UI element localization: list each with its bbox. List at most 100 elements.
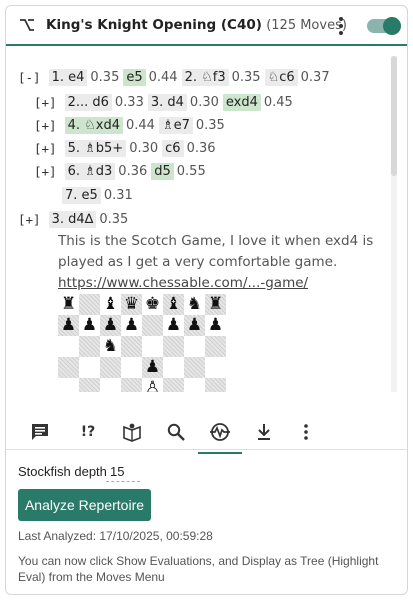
board-square (184, 378, 205, 392)
panel-title: King's Knight Opening (C40) (125 Moves) (46, 17, 347, 33)
move-button[interactable]: 2. ♘f3 (181, 68, 229, 86)
move-entry: 2... d6 0.33 (64, 93, 148, 111)
book-button[interactable] (120, 420, 144, 444)
move-row: [+] 4. ♘xd4 0.44 ♗e7 0.35 (34, 114, 229, 136)
move-button[interactable]: ♗e7 (158, 116, 193, 134)
last-analyzed-text: Last Analyzed: 17/10/2025, 00:59:28 (18, 529, 213, 543)
annotation-icon: !? (80, 424, 96, 440)
expand-toggle[interactable]: [+] (34, 118, 57, 133)
analyze-repertoire-button[interactable]: Analyze Repertoire (18, 489, 151, 521)
move-row: [+] 6. ♗d3 0.36 d5 0.55 (34, 160, 210, 182)
chess-piece: ♝ (165, 294, 182, 314)
board-square (79, 357, 100, 378)
board-square: ♛ (121, 294, 142, 315)
expand-toggle[interactable]: [+] (34, 164, 57, 179)
board-square: ♝ (163, 294, 184, 315)
move-tree-scrollbar[interactable] (391, 56, 397, 392)
move-score: 0.33 (114, 94, 144, 110)
move-button[interactable]: e5 (123, 68, 146, 86)
board-square (163, 378, 184, 392)
more-button[interactable] (294, 420, 318, 444)
toggle-thumb (383, 17, 401, 35)
board-square: ♟ (79, 315, 100, 336)
board-square (58, 336, 79, 357)
scrollbar-thumb[interactable] (391, 56, 397, 176)
branch-icon (20, 19, 34, 31)
board-square (205, 378, 226, 392)
comment-text: This is the Scotch Game, I love it when … (58, 233, 374, 270)
move-entry: 5. ♗b5+ 0.30 (64, 139, 163, 157)
annotation-button[interactable]: !? (76, 420, 100, 444)
board-square (163, 336, 184, 357)
search-icon (167, 423, 185, 441)
kebab-menu-icon[interactable] (332, 15, 350, 37)
board-square: ♟ (142, 357, 163, 378)
comment-button[interactable] (28, 420, 52, 444)
move-score: 0.44 (125, 117, 155, 133)
comment-icon (32, 424, 48, 440)
move-score: 0.35 (99, 211, 129, 227)
expand-toggle[interactable]: [+] (18, 212, 41, 227)
move-entry: 3. d4 0.30 (147, 93, 223, 111)
download-icon (258, 424, 270, 440)
analysis-button[interactable] (198, 420, 242, 454)
chess-piece: ♞ (186, 294, 203, 314)
move-score: 0.31 (103, 187, 133, 203)
move-button[interactable]: exd4 (222, 93, 261, 111)
stockfish-depth-input[interactable] (106, 462, 140, 482)
download-button[interactable] (252, 420, 276, 444)
comment-link[interactable]: https://www.chessable.com/...-game/ (58, 275, 308, 291)
move-score: 0.35 (90, 69, 120, 85)
panel-toggle[interactable] (367, 17, 401, 35)
chessboard-preview[interactable]: ♜ ♝ ♛ ♚ ♝ ♞ ♜ ♟ ♟ ♟ ♟ ♟ ♟ ♟ ♞ ♟ ♙ (58, 294, 226, 392)
board-square: ♟ (100, 315, 121, 336)
move-entry: c6 0.36 (162, 139, 219, 157)
chess-piece: ♜ (207, 294, 224, 314)
expand-toggle[interactable]: [+] (34, 95, 57, 110)
chess-piece: ♟ (123, 315, 140, 335)
collapse-toggle[interactable]: [-] (18, 70, 41, 85)
move-button[interactable]: 3. d4∆ (48, 210, 97, 228)
move-row: [-] 1. e4 0.35 e5 0.44 2. ♘f3 0.35 ♘c6 0.37 (18, 66, 334, 88)
board-square (184, 336, 205, 357)
board-square: ♟ (163, 315, 184, 336)
move-button[interactable]: ♘c6 (264, 68, 298, 86)
move-button[interactable]: 3. d4 (147, 93, 187, 111)
stockfish-depth-label: Stockfish depth (18, 464, 107, 479)
board-square (121, 357, 142, 378)
move-button[interactable]: 1. e4 (48, 68, 88, 86)
move-entry: ♘c6 0.37 (264, 68, 334, 86)
expand-toggle[interactable]: [+] (34, 141, 57, 156)
board-square (163, 357, 184, 378)
board-square: ♜ (58, 294, 79, 315)
move-score: 0.55 (176, 163, 206, 179)
move-button[interactable]: 4. ♘xd4 (64, 116, 123, 134)
move-score: 0.44 (148, 69, 178, 85)
chess-piece: ♟ (186, 315, 203, 335)
search-button[interactable] (164, 420, 188, 444)
board-square: ♟ (184, 315, 205, 336)
move-score: 0.45 (263, 94, 293, 110)
move-score: 0.30 (189, 94, 219, 110)
board-square: ♞ (100, 336, 121, 357)
move-button[interactable]: 7. e5 (62, 186, 101, 204)
panel-header: King's Knight Opening (C40) (125 Moves) (6, 6, 407, 46)
move-button[interactable]: d5 (151, 162, 174, 180)
board-square (100, 378, 121, 392)
board-square: ♝ (100, 294, 121, 315)
board-square (58, 357, 79, 378)
board-square (79, 336, 100, 357)
move-button[interactable]: 5. ♗b5+ (64, 139, 127, 157)
analysis-hint: You can now click Show Evaluations, and … (18, 554, 379, 584)
move-score: 0.35 (195, 117, 225, 133)
move-button[interactable]: 2... d6 (64, 93, 112, 111)
board-square: ♞ (184, 294, 205, 315)
board-square (100, 357, 121, 378)
board-square (121, 336, 142, 357)
move-button[interactable]: 6. ♗d3 (64, 162, 116, 180)
move-button[interactable]: c6 (162, 139, 184, 157)
chess-piece: ♛ (123, 294, 140, 314)
board-square (142, 336, 163, 357)
move-score: 0.30 (129, 140, 159, 156)
chess-piece: ♟ (144, 357, 161, 377)
